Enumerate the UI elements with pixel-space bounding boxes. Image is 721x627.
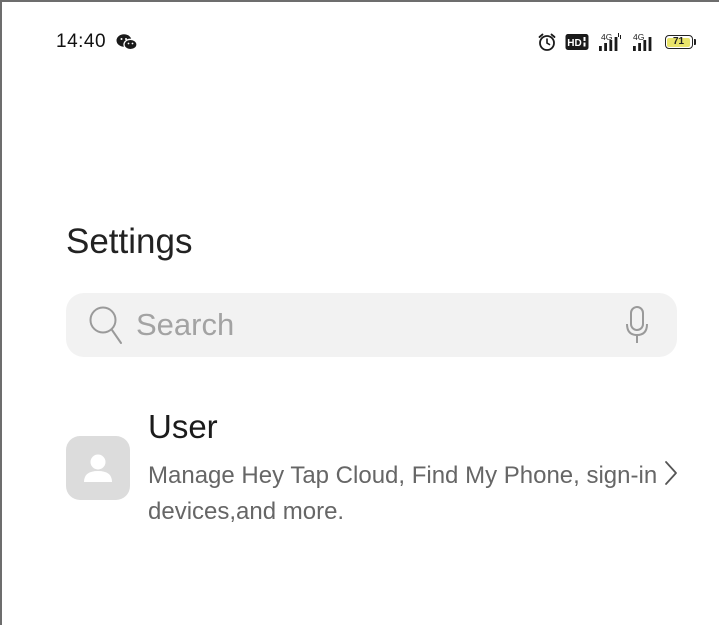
alarm-icon (537, 32, 557, 52)
chevron-right-icon (664, 460, 678, 486)
signal-label-2: 4G (633, 32, 644, 42)
status-left: 14:40 (56, 31, 138, 53)
signal-4g-icon: 4G (597, 32, 623, 52)
battery-level: 71 (672, 35, 685, 47)
hd-label: HD (567, 38, 581, 49)
search-bar[interactable] (66, 293, 677, 357)
status-bar: 14:40 HD 4G 4G 71 (56, 28, 696, 56)
person-icon (80, 450, 116, 486)
user-title: User (148, 408, 218, 445)
signal-4g-icon: 4G (631, 32, 657, 52)
screen-frame: 14:40 HD 4G 4G 71 Settings Search User M… (0, 0, 719, 625)
search-icon (86, 303, 126, 347)
microphone-icon[interactable] (625, 305, 649, 345)
user-description: Manage Hey Tap Cloud, Find My Phone, sig… (148, 462, 658, 525)
wechat-icon (116, 33, 138, 51)
search-input[interactable] (136, 307, 625, 343)
hd-icon: HD (565, 33, 589, 51)
status-right: HD 4G 4G 71 (537, 32, 696, 52)
avatar (66, 436, 130, 500)
page-title: Settings (66, 222, 193, 261)
user-account-row[interactable]: User Manage Hey Tap Cloud, Find My Phone… (66, 402, 686, 532)
status-time: 14:40 (56, 31, 107, 52)
battery-icon: 71 (664, 35, 696, 49)
